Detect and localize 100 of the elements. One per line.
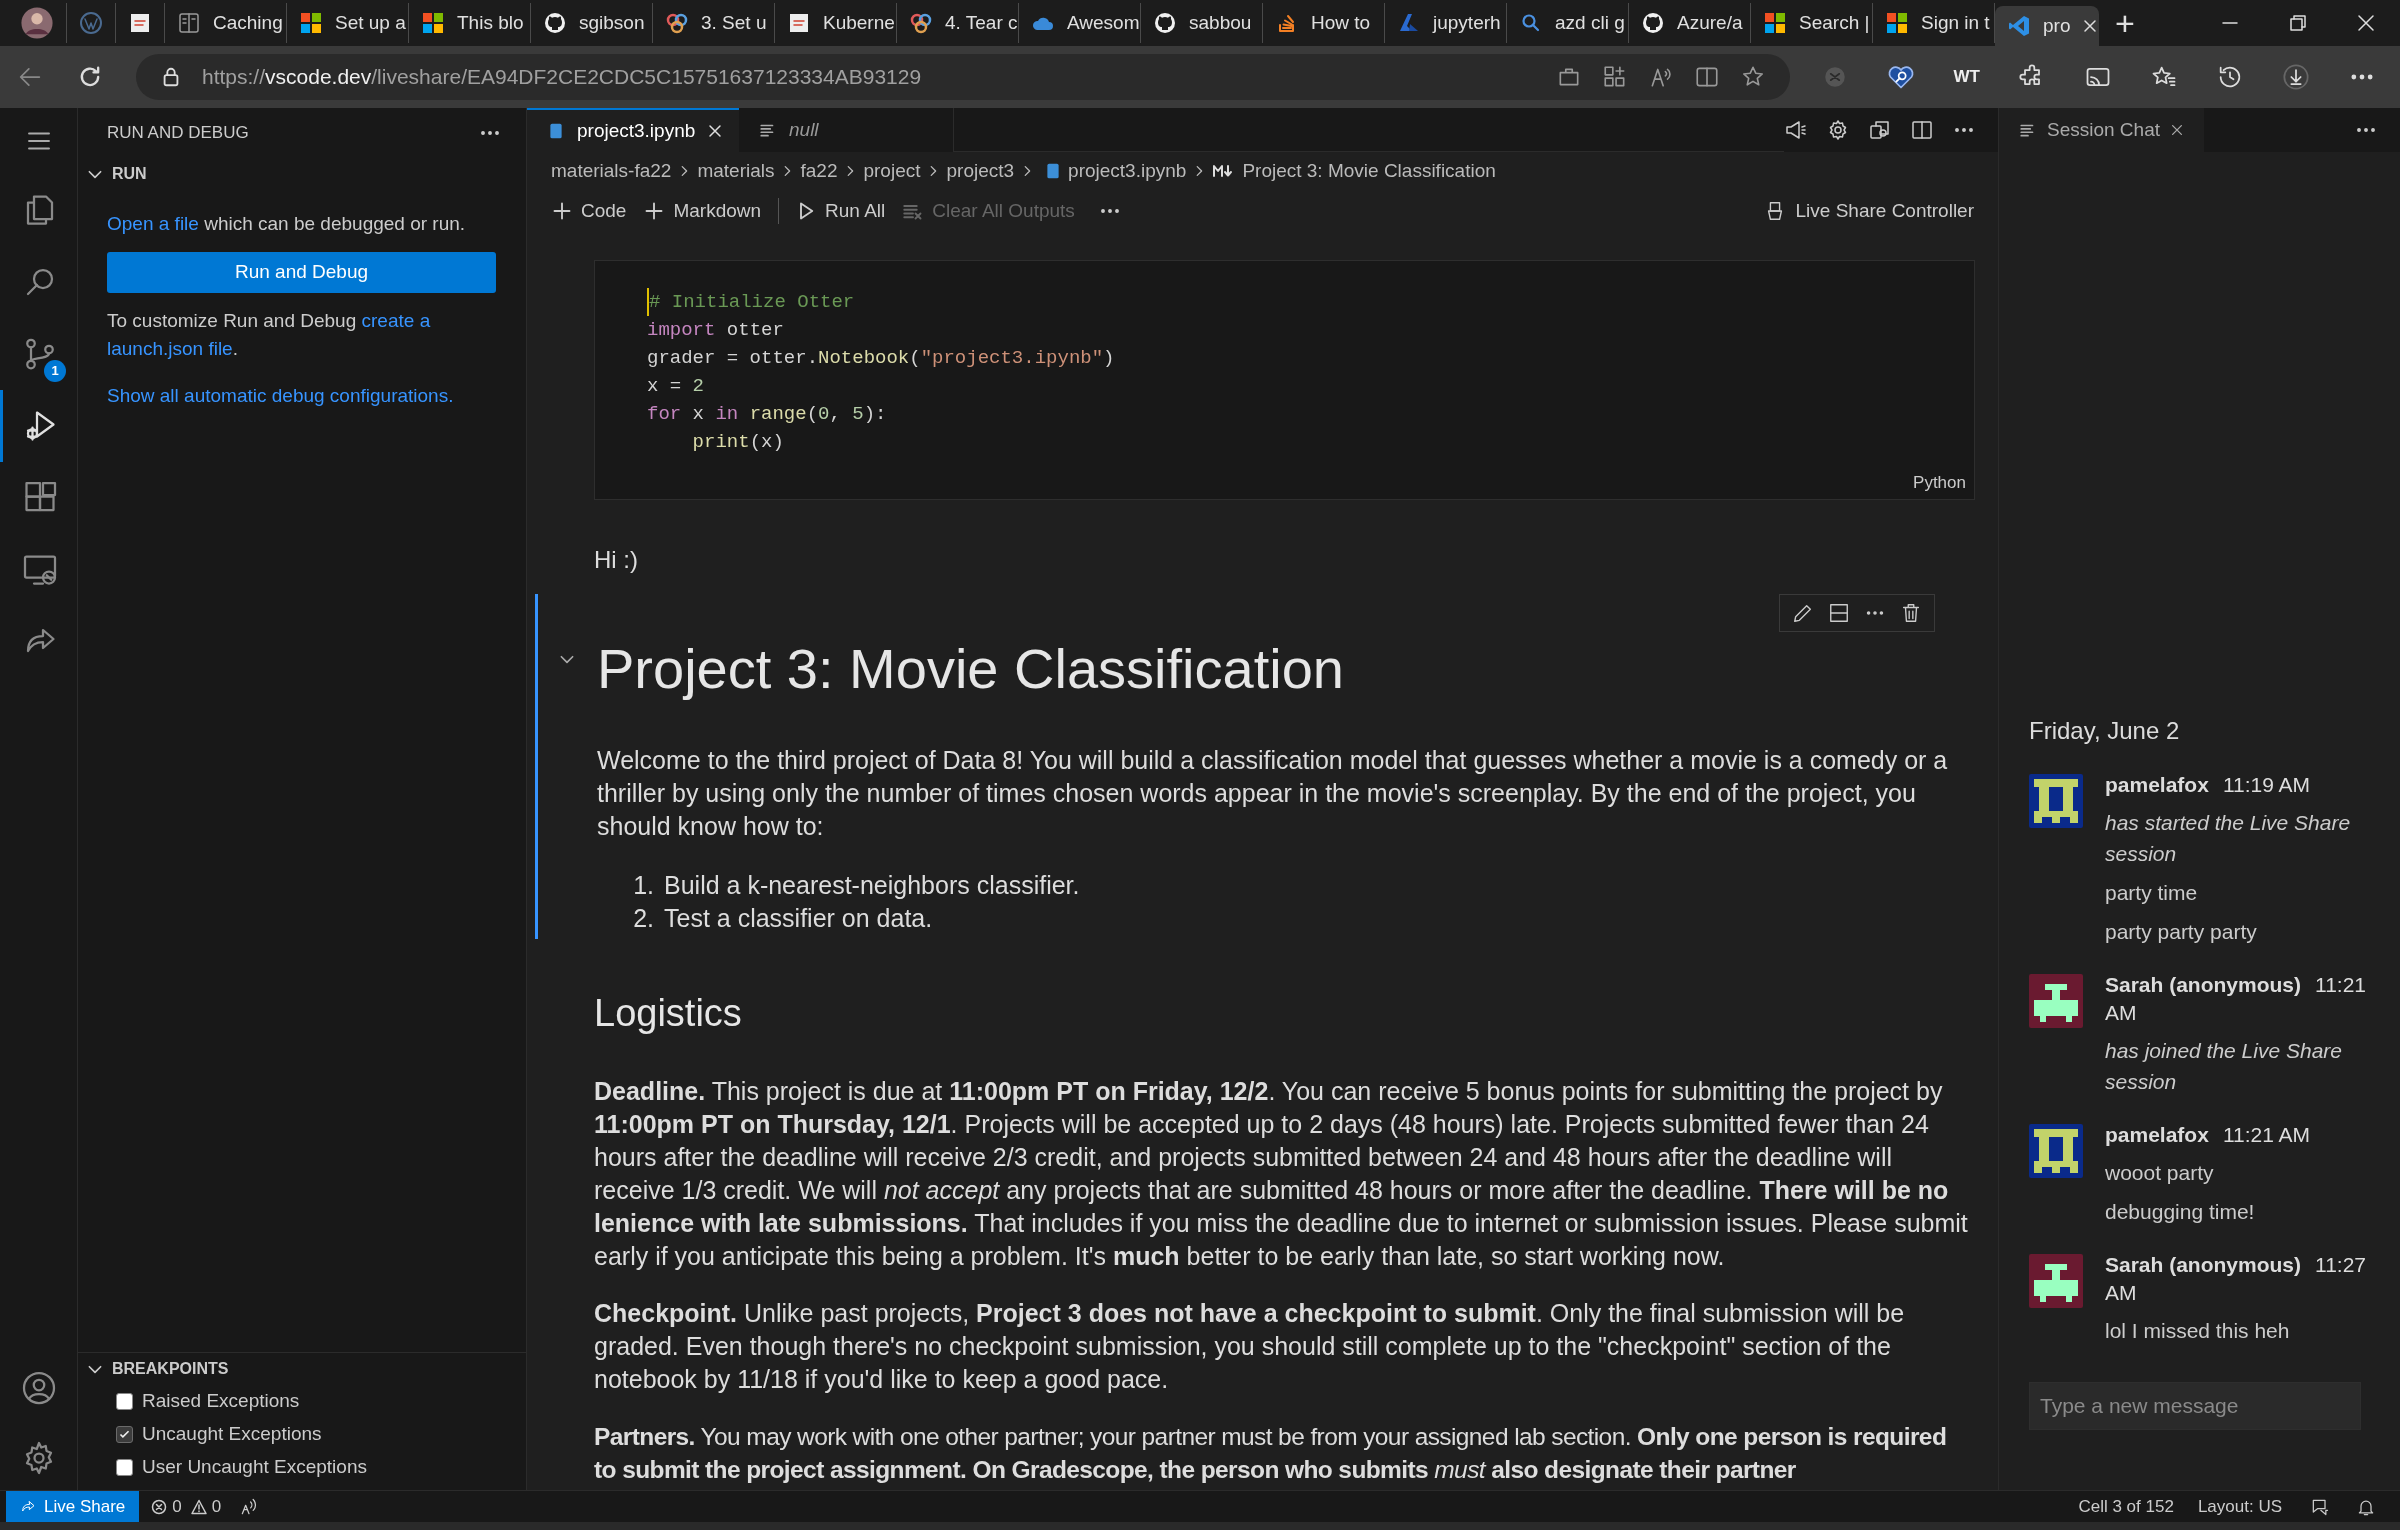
breadcrumb-item[interactable]: materials-fa22 [551, 156, 672, 186]
run-hint: Open a file which can be debugged or run. [107, 212, 467, 236]
live-share-button[interactable]: Live Share [6, 1491, 140, 1522]
browser-tab[interactable]: sabbou [1141, 3, 1263, 43]
url-text: https://vscode.dev/liveshare/EA94DF2CE2CDC5C15751637123334AB93129 [202, 64, 923, 91]
page-icon [128, 11, 152, 35]
breadcrumb-item[interactable]: fa22 [800, 156, 838, 186]
cell-position[interactable]: Cell 3 of 152 [2078, 1493, 2174, 1520]
browser-tab[interactable]: Caching [165, 3, 287, 43]
windows-logo-icon [299, 11, 323, 35]
close-icon[interactable] [707, 123, 724, 139]
windows-logo-icon [421, 11, 445, 35]
launch-json-link[interactable]: create a [361, 310, 431, 331]
code-line: grader = otter.Notebook("project3.ipynb") [647, 346, 1116, 371]
message-header: pamelafox 11:19 AM [2105, 772, 2312, 798]
account-icon[interactable] [20, 1370, 57, 1406]
browser-tab[interactable]: sgibson [531, 3, 653, 43]
editor-tab[interactable]: project3.ipynb [527, 108, 739, 152]
plus-icon [644, 201, 665, 221]
markdown-paragraph: Deadline. This project is due at 11:00pm PT on Friday, 12/2. You can receive 5 bonus points for submitting the project by 11:00pm PT on Thursday, 12/1. Projects will be accepted up to 2 days (48 hours) late. Projects submitted fewer than 24 hours after the deadline will receive 2/3 credit, and projects submitted between 24 and 48 hours after the deadline will receive 1/3 credit. We will not accept any projects that are submitted 48 hours or more after the deadline. There will be no lenience with late submissions. That includes if you miss the deadline due to internet or submission issues. Please submit early if you anticipate this being a problem. It's much better to be early than late, so start working now. [594, 1076, 1969, 1272]
checkbox[interactable] [116, 1459, 133, 1476]
close-icon[interactable] [2356, 13, 2376, 33]
windows-logo-icon [1763, 11, 1787, 35]
page-icon [787, 11, 811, 35]
address-bar[interactable]: https://vscode.dev/liveshare/EA94DF2CE2CDC5C15751637123334AB93129 [136, 54, 1790, 100]
new-tab-button[interactable]: + [2099, 6, 2151, 40]
editor-tab[interactable]: null [739, 108, 954, 152]
extension-badge[interactable]: WT [1953, 64, 1980, 90]
close-icon[interactable] [2170, 123, 2184, 137]
message-text: party time [2105, 880, 2199, 906]
section-header[interactable]: RUN [78, 158, 526, 190]
checkbox[interactable] [116, 1393, 133, 1410]
monitor-icon[interactable] [22, 552, 58, 588]
list-item-text: Test a classifier on data. [664, 903, 933, 934]
breadcrumb-item[interactable]: project [863, 156, 921, 186]
toolbar-button[interactable]: Markdown [635, 194, 771, 228]
restore-icon[interactable] [2288, 13, 2308, 33]
toolbar-button[interactable]: Run All [787, 194, 895, 228]
breadcrumb-item[interactable]: materials [697, 156, 775, 186]
list-number: 1. [632, 870, 654, 901]
message-input[interactable]: Type a new message [2029, 1382, 2361, 1430]
compare-icon[interactable] [1868, 118, 1892, 142]
browser-tab[interactable]: azd cli g [1507, 3, 1629, 43]
browser-tab[interactable]: pro [1995, 6, 2099, 46]
browser-tab[interactable]: Kuberne [775, 3, 897, 43]
live-share-controller-button[interactable]: Live Share Controller [1763, 196, 1974, 226]
code-line: import otter [647, 318, 785, 343]
close-icon[interactable] [2082, 18, 2099, 34]
browser-tab[interactable]: Set up a [287, 3, 409, 43]
problems-button[interactable]: 0 0 [139, 1491, 234, 1522]
message-header: Sarah (anonymous) 11:21 AM [2105, 972, 2368, 1026]
book-icon [177, 11, 201, 35]
browser-tab[interactable]: How to [1263, 3, 1385, 43]
checkmark-icon [118, 1428, 131, 1441]
breadcrumb-item[interactable]: project3.ipynb [1068, 156, 1187, 186]
code-line: for x in range(0, 5): [647, 402, 888, 427]
browser-tab[interactable]: This blo [409, 3, 531, 43]
code-line: x = 2 [647, 374, 705, 399]
breadcrumb-item[interactable]: project3 [946, 156, 1015, 186]
megaphone-icon[interactable] [1784, 118, 1808, 142]
download-icon[interactable] [2282, 63, 2310, 91]
browser-tab[interactable]: jupyterh [1385, 3, 1507, 43]
message-header: Sarah (anonymous) 11:27 AM [2105, 1252, 2368, 1306]
browser-tab[interactable]: 4. Tear c [897, 3, 1019, 43]
message-text: party party party [2105, 919, 2258, 945]
message-text: debugging time! [2105, 1199, 2256, 1225]
language-label[interactable]: Python [1913, 469, 1966, 495]
pencil-icon[interactable] [1792, 602, 1814, 624]
split-editor-icon[interactable] [1910, 118, 1934, 142]
rings-icon [665, 11, 689, 35]
run-and-debug-button[interactable]: Run and Debug [107, 252, 496, 293]
windows-logo-icon [1885, 11, 1909, 35]
trash-icon[interactable] [1900, 602, 1922, 624]
browser-tab[interactable]: 3. Set u [653, 3, 775, 43]
browser-tab[interactable]: Awesom [1019, 3, 1141, 43]
browser-tab[interactable]: Search | [1751, 3, 1873, 43]
split-cell-icon[interactable] [1828, 602, 1850, 624]
code-cell[interactable]: # Initialize Otter import otter grader = otter.Notebook("project3.ipynb") x = 2 for x in range(0, 5): print(x) Python [594, 260, 1975, 500]
browser-tab[interactable]: Sign in t [1873, 3, 1995, 43]
keyboard-layout[interactable]: Layout: US [2197, 1493, 2282, 1520]
debug-configurations-link[interactable]: Show all automatic debug configurations. [107, 382, 496, 410]
rings-icon [909, 11, 933, 35]
plus-icon [552, 201, 572, 221]
section-header[interactable]: BREAKPOINTS [78, 1353, 526, 1385]
notebook-icon [547, 122, 565, 140]
cat-logo-icon [1641, 11, 1665, 35]
circle-logo-icon [79, 11, 103, 35]
launch-json-link[interactable]: launch.json file [107, 338, 233, 359]
toolbar-button[interactable]: Code [543, 194, 636, 228]
checkbox[interactable] [116, 1426, 133, 1443]
markdown-heading: Project 3: Movie Classification [597, 636, 1345, 702]
error-icon [151, 1498, 168, 1515]
open-file-link[interactable]: Open a file [107, 213, 199, 234]
chat-tab[interactable]: Session Chat [1999, 108, 2204, 152]
browser-tab[interactable]: Azure/a [1629, 3, 1751, 43]
avatar-icon [20, 6, 54, 40]
breadcrumb-item[interactable]: Project 3: Movie Classification [1242, 156, 1496, 186]
markdown-heading: Logistics [594, 991, 743, 1036]
message-text: lol I missed this heh [2105, 1318, 2291, 1344]
code-line: # Initialize Otter [647, 288, 1974, 316]
